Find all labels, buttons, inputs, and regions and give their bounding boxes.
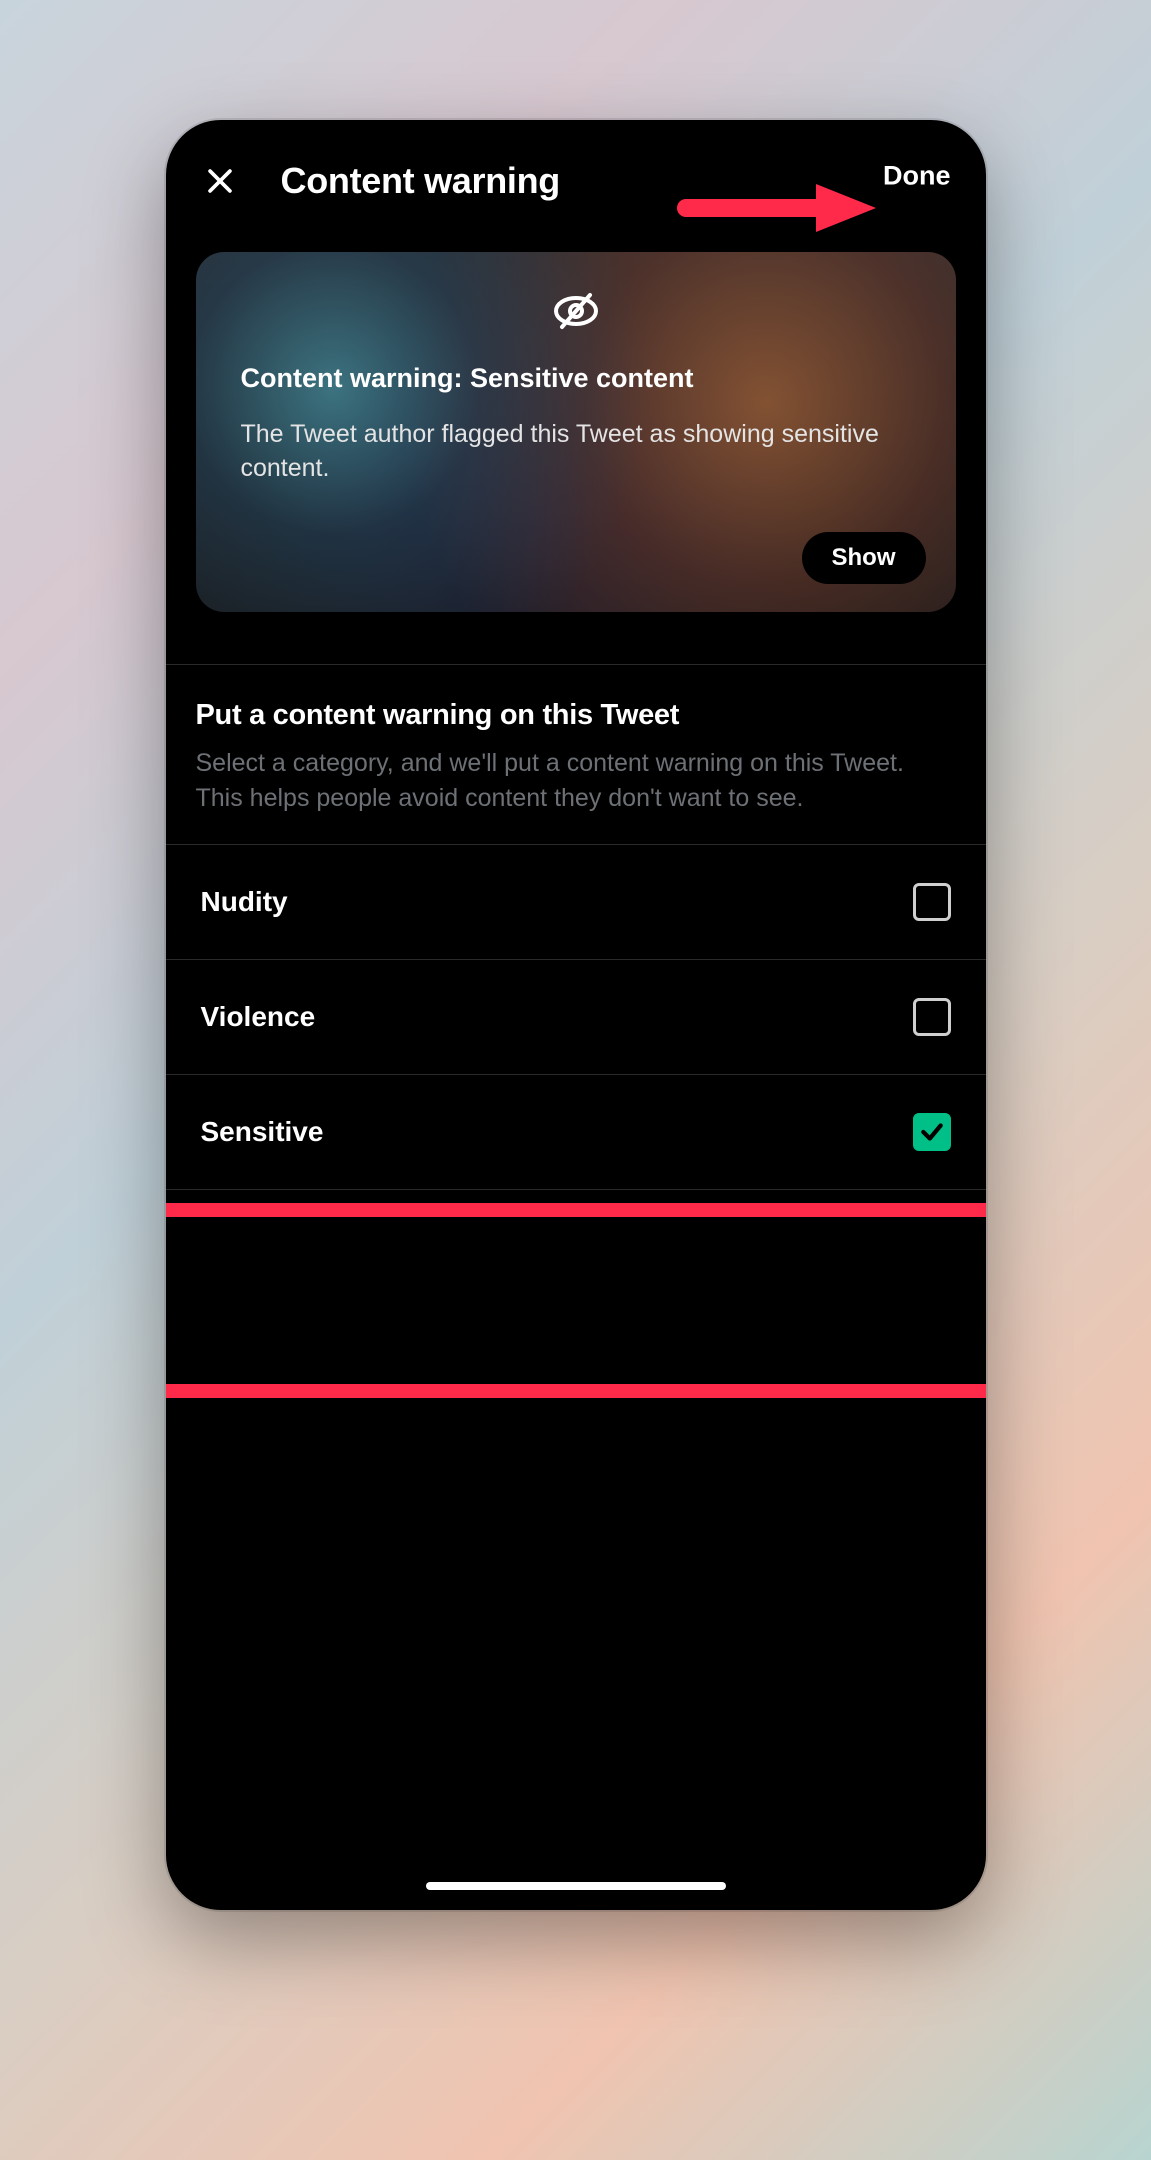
option-sensitive[interactable]: Sensitive	[166, 1075, 986, 1190]
checkbox-checked-icon	[913, 1113, 951, 1151]
option-label: Sensitive	[201, 1116, 324, 1148]
option-violence[interactable]: Violence	[166, 960, 986, 1075]
instructions-section: Put a content warning on this Tweet Sele…	[166, 665, 986, 845]
content-preview-card: Content warning: Sensitive content The T…	[196, 252, 956, 612]
annotation-arrow-icon	[676, 178, 876, 238]
section-title: Put a content warning on this Tweet	[196, 699, 956, 732]
header-bar: Content warning Done	[166, 120, 986, 232]
home-indicator	[426, 1882, 726, 1890]
section-description: Select a category, and we'll put a conte…	[196, 746, 956, 816]
close-icon	[203, 164, 237, 198]
page-title: Content warning	[281, 160, 560, 202]
checkbox-unchecked-icon	[913, 883, 951, 921]
preview-heading: Content warning: Sensitive content	[241, 363, 911, 394]
content-warning-screen: Content warning Done Content warning: Se…	[166, 120, 986, 1910]
done-button[interactable]: Done	[883, 161, 951, 192]
preview-description: The Tweet author flagged this Tweet as s…	[241, 418, 881, 486]
annotation-highlight-box	[166, 1203, 986, 1398]
checkbox-unchecked-icon	[913, 998, 951, 1036]
option-label: Nudity	[201, 886, 288, 918]
close-button[interactable]	[201, 162, 239, 200]
hidden-content-icon	[552, 287, 600, 335]
show-button[interactable]: Show	[802, 532, 926, 584]
option-label: Violence	[201, 1001, 316, 1033]
option-nudity[interactable]: Nudity	[166, 845, 986, 960]
